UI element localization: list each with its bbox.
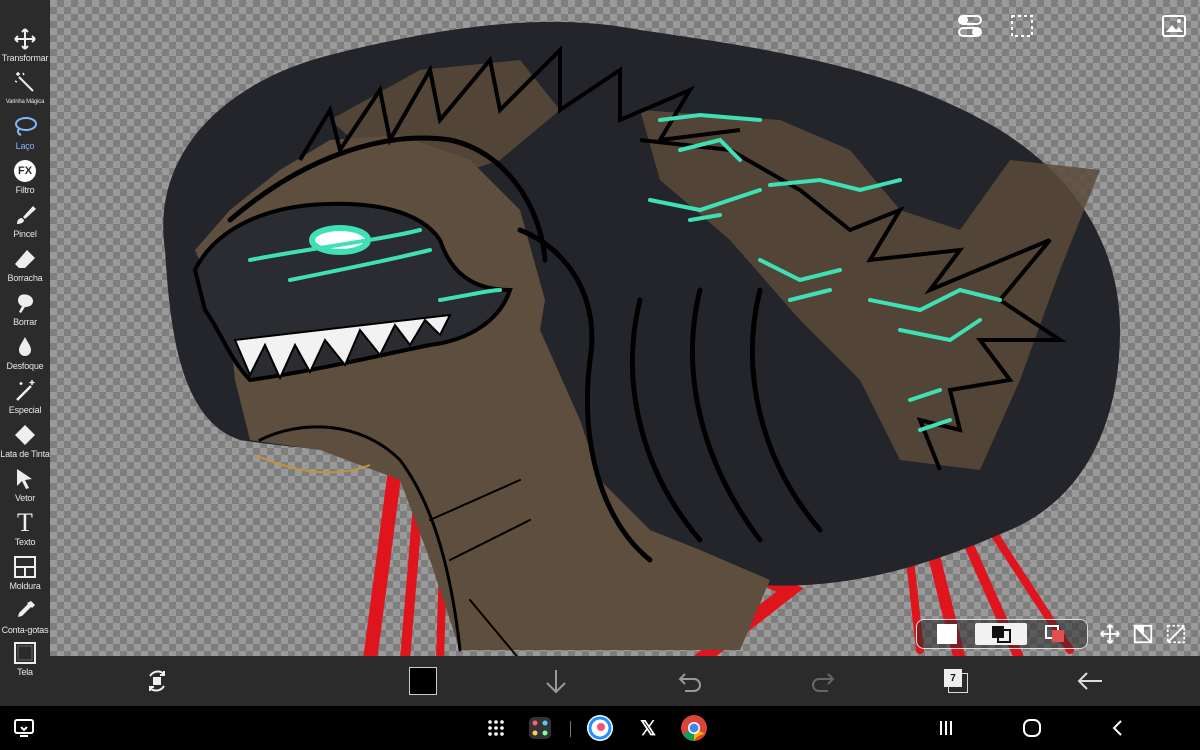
system-nav-bar: 𝕏	[0, 706, 1200, 750]
arrow-down-icon	[546, 670, 566, 694]
blur-drop-icon	[12, 334, 38, 360]
tool-paint-bucket[interactable]: Lata de Tinta	[0, 422, 50, 466]
tool-magic-wand[interactable]: Varinha Mágica	[0, 70, 50, 114]
undo-icon	[678, 673, 701, 692]
tool-blur[interactable]: Desfoque	[0, 334, 50, 378]
clear-selection-icon[interactable]	[1163, 621, 1189, 647]
layers-button[interactable]: 7	[940, 665, 972, 697]
edge-panel-icon	[529, 717, 551, 739]
reference-image-icon[interactable]	[1160, 12, 1188, 40]
redo-icon	[812, 673, 835, 692]
tool-label: Especial	[8, 405, 42, 415]
frame-icon	[12, 554, 38, 580]
tool-special[interactable]: Especial	[0, 378, 50, 422]
mode-add-selection[interactable]	[975, 623, 1027, 645]
subtract-squares-icon	[1045, 625, 1064, 642]
text-icon: T	[17, 508, 33, 537]
move-arrows-icon	[12, 26, 38, 52]
tool-label: Borrar	[13, 317, 37, 327]
tool-eyedropper[interactable]: Conta-gotas	[0, 598, 50, 642]
tool-label: Transformar	[1, 53, 49, 63]
selection-marquee-icon[interactable]	[1008, 12, 1036, 40]
home-icon	[1023, 719, 1041, 737]
arrow-left-icon	[1077, 672, 1102, 690]
tool-label: Varinha Mágica	[5, 99, 45, 105]
tool-label: Tela	[17, 667, 33, 677]
magic-wand-icon	[12, 70, 38, 96]
primary-color-swatch[interactable]	[407, 665, 439, 697]
chevron-left-icon	[1112, 720, 1122, 736]
chrome-app[interactable]	[680, 714, 708, 742]
artwork	[163, 21, 1120, 656]
eraser-icon	[12, 246, 38, 272]
tool-label: Laço	[15, 141, 35, 151]
tool-label: Lata de Tinta	[0, 449, 50, 459]
rotate-arrows-icon	[149, 670, 165, 692]
lasso-icon	[12, 114, 38, 140]
dock-divider	[570, 721, 571, 737]
ibispaint-app[interactable]	[586, 714, 614, 742]
transform-toggle-button[interactable]	[141, 665, 173, 697]
overlap-squares-icon	[992, 626, 1011, 643]
ibispaint-icon	[587, 715, 613, 741]
brush-icon	[12, 202, 38, 228]
invert-selection-icon[interactable]	[1130, 621, 1156, 647]
edge-panel-button[interactable]	[526, 714, 554, 742]
tool-canvas[interactable]: Tela	[0, 640, 50, 684]
nav-back-button[interactable]	[1104, 714, 1132, 742]
smudge-icon	[12, 290, 38, 316]
tool-eraser[interactable]: Borracha	[0, 246, 50, 290]
tool-label: Texto	[14, 537, 36, 547]
recent-apps-button[interactable]	[932, 714, 960, 742]
x-app[interactable]: 𝕏	[634, 714, 662, 742]
color-swatch	[409, 667, 437, 695]
white-square-icon	[937, 624, 957, 644]
tool-frame[interactable]: Moldura	[0, 554, 50, 598]
x-app-icon: 𝕏	[639, 717, 657, 740]
chrome-icon	[681, 715, 707, 741]
drawing-canvas[interactable]	[50, 0, 1200, 656]
sparkle-wand-icon	[12, 378, 38, 404]
undo-button[interactable]	[674, 665, 706, 697]
tool-brush[interactable]: Pincel	[0, 202, 50, 246]
layers-stack-icon: 7	[943, 668, 969, 694]
bottom-action-bar: 7	[50, 656, 1200, 706]
tool-label: Desfoque	[6, 361, 44, 371]
tool-bar: Transformar Varinha Mágica Laço FX Filtr…	[0, 0, 50, 706]
tool-label: Moldura	[9, 581, 41, 591]
selection-mode-group	[916, 619, 1088, 649]
paint-bucket-icon	[12, 422, 38, 448]
mode-subtract-selection[interactable]	[1029, 623, 1081, 645]
app-drawer-icon	[488, 720, 504, 736]
tool-filter[interactable]: FX Filtro	[0, 158, 50, 202]
fx-icon: FX	[12, 158, 38, 184]
move-selection-icon[interactable]	[1097, 621, 1123, 647]
recents-icon	[940, 721, 952, 735]
redo-button[interactable]	[807, 665, 839, 697]
layer-down-button[interactable]	[540, 665, 572, 697]
tool-smudge[interactable]: Borrar	[0, 290, 50, 334]
settings-toggle-icon[interactable]	[956, 12, 984, 40]
screenshot-keyboard-button[interactable]	[10, 714, 38, 742]
eyedropper-icon	[12, 598, 38, 624]
tool-transform[interactable]: Transformar	[0, 26, 50, 70]
layer-count: 7	[950, 672, 956, 684]
canvas-icon	[12, 640, 38, 666]
home-button[interactable]	[1018, 714, 1046, 742]
tool-lasso[interactable]: Laço	[0, 114, 50, 158]
back-button[interactable]	[1074, 665, 1106, 697]
tool-label: Pincel	[13, 229, 37, 239]
tool-vector[interactable]: Vetor	[0, 466, 50, 510]
app-drawer-button[interactable]	[482, 714, 510, 742]
tool-label: Filtro	[15, 185, 35, 195]
mode-new-selection[interactable]	[921, 623, 973, 645]
tool-label: Borracha	[7, 273, 43, 283]
taskbar-keyboard-icon	[14, 719, 34, 737]
tool-label: Vetor	[14, 493, 35, 503]
vector-cursor-icon	[12, 466, 38, 492]
tool-label: Conta-gotas	[1, 625, 49, 635]
tool-text[interactable]: T Texto	[0, 510, 50, 554]
